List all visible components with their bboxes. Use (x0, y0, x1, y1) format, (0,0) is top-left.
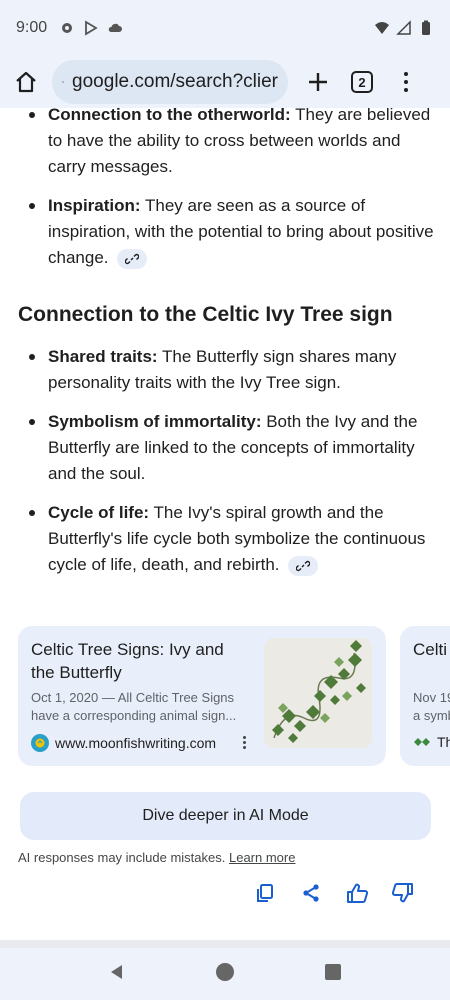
tab-switcher-button[interactable]: 2 (346, 66, 378, 98)
battery-icon (422, 20, 430, 35)
link-icon (296, 560, 311, 571)
ivy-leaves-image (264, 638, 372, 748)
home-icon (16, 71, 36, 93)
home-button[interactable] (10, 66, 42, 98)
source-cards-carousel[interactable]: Celtic Tree Signs: Ivy and the Butterfly… (18, 626, 450, 766)
bullet-title: Cycle of life: (48, 503, 150, 522)
source-card-domain: www.moonfishwriting.com (55, 735, 217, 751)
source-card-domain: Th (437, 734, 450, 750)
source-card-title: Celti (413, 640, 448, 659)
citation-link-chip[interactable] (288, 555, 319, 576)
status-bar: 9:00 (0, 0, 450, 56)
new-tab-button[interactable] (302, 66, 334, 98)
system-navigation-bar (0, 948, 450, 1000)
site-favicon-icon (31, 734, 49, 752)
cloud-icon (108, 23, 123, 32)
source-card-snippet-line: a symb (413, 708, 450, 723)
dive-deeper-ai-mode-button[interactable]: Dive deeper in AI Mode (20, 792, 431, 840)
ai-disclaimer: AI responses may include mistakes. Learn… (18, 850, 295, 865)
thumbs-up-icon (347, 883, 368, 903)
home-nav-button[interactable] (215, 962, 235, 987)
bullet-list-top: Connection to the otherworld: They are b… (0, 108, 450, 271)
status-system-icons (374, 20, 434, 36)
tab-count: 2 (351, 71, 373, 93)
source-card-title: Celtic Tree Signs: Ivy and the Butterfly (31, 640, 224, 682)
status-time: 9:00 (16, 19, 48, 36)
bullet-title: Connection to the otherworld: (48, 108, 291, 124)
section-heading: Connection to the Celtic Ivy Tree sign (18, 303, 393, 326)
source-card-snippet-line: Nov 19 (413, 690, 450, 705)
thumbs-down-icon (392, 883, 413, 903)
thumbs-down-button[interactable] (392, 882, 414, 904)
site-settings-icon[interactable] (62, 73, 64, 91)
source-card-more-button[interactable] (240, 736, 248, 752)
learn-more-link[interactable]: Learn more (229, 850, 295, 865)
bullet-list-bottom: Shared traits: The Butterfly sign shares… (0, 344, 450, 578)
source-card[interactable]: Celtic Tree Signs: Ivy and the Butterfly… (18, 626, 386, 766)
source-card-thumbnail (264, 638, 372, 748)
recents-square-icon (324, 963, 341, 980)
site-favicon-icon (414, 738, 430, 746)
copy-button[interactable] (254, 882, 276, 904)
link-icon (125, 253, 140, 264)
source-card-site: www.moonfishwriting.com (31, 734, 216, 752)
share-button[interactable] (300, 882, 322, 904)
bullet-title: Symbolism of immortality: (48, 412, 262, 431)
bullet-title: Inspiration: (48, 196, 141, 215)
section-divider (0, 940, 450, 948)
list-item: Symbolism of immortality: Both the Ivy a… (29, 409, 434, 487)
home-circle-icon (215, 962, 234, 981)
source-card[interactable]: Celti Nov 19 a symb Th (400, 626, 450, 766)
browser-toolbar: google.com/search?clier 2 (0, 56, 450, 108)
ai-overview-content: Connection to the otherworld: They are b… (0, 108, 450, 940)
play-store-icon (85, 20, 98, 36)
address-bar[interactable]: google.com/search?clier (52, 60, 288, 104)
list-item: Cycle of life: The Ivy's spiral growth a… (29, 500, 434, 578)
source-card-snippet: Oct 1, 2020 — All Celtic Tree Signs have… (31, 690, 237, 723)
disclaimer-text: AI responses may include mistakes. (18, 850, 229, 865)
list-item: Connection to the otherworld: They are b… (29, 108, 434, 180)
status-notification-icons (59, 20, 123, 36)
overflow-menu-button[interactable] (396, 66, 416, 98)
back-icon (111, 964, 123, 979)
recents-button[interactable] (324, 963, 342, 986)
url-text: google.com/search?clier (72, 71, 278, 92)
signal-icon (396, 20, 411, 35)
bullet-title: Shared traits: (48, 347, 158, 366)
feedback-actions (254, 882, 414, 904)
back-button[interactable] (108, 963, 126, 986)
copy-icon (257, 884, 273, 902)
share-icon (303, 884, 319, 902)
plus-icon (309, 73, 327, 91)
source-card-site: Th (413, 734, 450, 750)
citation-link-chip[interactable] (117, 248, 148, 269)
gear-icon (62, 23, 73, 33)
thumbs-up-button[interactable] (346, 882, 368, 904)
list-item: Inspiration: They are seen as a source o… (29, 193, 434, 271)
wifi-icon (375, 22, 389, 34)
source-card-snippet: Nov 19 a symb (413, 689, 450, 725)
list-item: Shared traits: The Butterfly sign shares… (29, 344, 434, 396)
